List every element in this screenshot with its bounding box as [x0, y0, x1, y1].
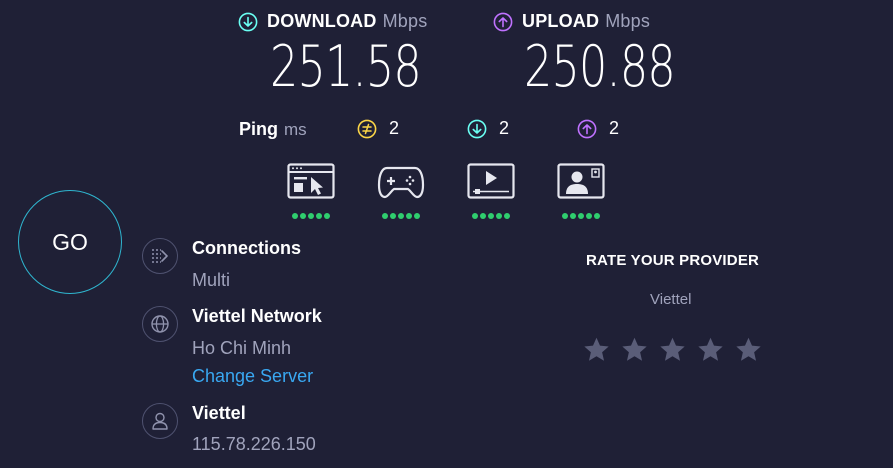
star-3-icon[interactable] [659, 336, 686, 363]
star-2-icon[interactable] [621, 336, 648, 363]
provider-ip: 115.78.226.150 [192, 434, 316, 454]
video-chat-icon [557, 163, 605, 199]
upload-unit: Mbps [605, 11, 651, 31]
quality-dots [467, 213, 515, 219]
ping-download: 2 [467, 118, 509, 139]
quality-web-browsing[interactable] [287, 163, 335, 219]
ping-upload: 2 [577, 118, 619, 139]
download-label: DOWNLOAD [267, 11, 377, 31]
rating-stars [583, 336, 762, 363]
upload-header: UPLOAD Mbps [493, 11, 650, 32]
go-button[interactable]: GO [18, 190, 122, 294]
star-4-icon[interactable] [697, 336, 724, 363]
change-server-link[interactable]: Change Server [192, 366, 313, 387]
ping-upload-icon [577, 119, 597, 138]
quality-video-streaming[interactable] [467, 163, 515, 219]
quality-gaming[interactable] [377, 163, 425, 219]
upload-value: 250.88 [524, 34, 676, 100]
quality-dots [377, 213, 425, 219]
provider-title: Viettel [192, 403, 246, 423]
ping-header: Ping ms [239, 119, 307, 140]
upload-arrow-icon [493, 12, 513, 31]
web-browsing-icon [287, 163, 335, 199]
ping-idle: 2 [357, 118, 399, 139]
server-title: Viettel Network [192, 306, 322, 326]
upload-label: UPLOAD [522, 11, 600, 31]
globe-icon [142, 306, 178, 342]
ping-unit: ms [284, 120, 307, 139]
video-streaming-icon [467, 163, 515, 199]
ping-upload-value: 2 [609, 118, 620, 138]
star-1-icon[interactable] [583, 336, 610, 363]
star-5-icon[interactable] [735, 336, 762, 363]
ping-download-icon [467, 119, 487, 138]
quality-dots [287, 213, 335, 219]
server-location: Ho Chi Minh [192, 338, 292, 358]
ping-idle-icon [357, 119, 377, 138]
connections-icon [142, 238, 178, 274]
ping-idle-value: 2 [389, 118, 400, 138]
download-value: 251.58 [270, 34, 422, 100]
quality-video-chat[interactable] [557, 163, 605, 219]
download-unit: Mbps [382, 11, 428, 31]
connections-title: Connections [192, 238, 302, 258]
ping-label: Ping [239, 119, 278, 139]
user-icon [142, 403, 178, 439]
download-header: DOWNLOAD Mbps [238, 11, 427, 32]
gaming-icon [377, 166, 425, 199]
download-arrow-icon [238, 12, 258, 31]
rate-provider-title: RATE YOUR PROVIDER [586, 252, 760, 269]
connections-value: Multi [192, 270, 231, 290]
quality-dots [557, 213, 605, 219]
ping-download-value: 2 [499, 118, 510, 138]
rate-provider-name: Viettel [650, 291, 692, 308]
